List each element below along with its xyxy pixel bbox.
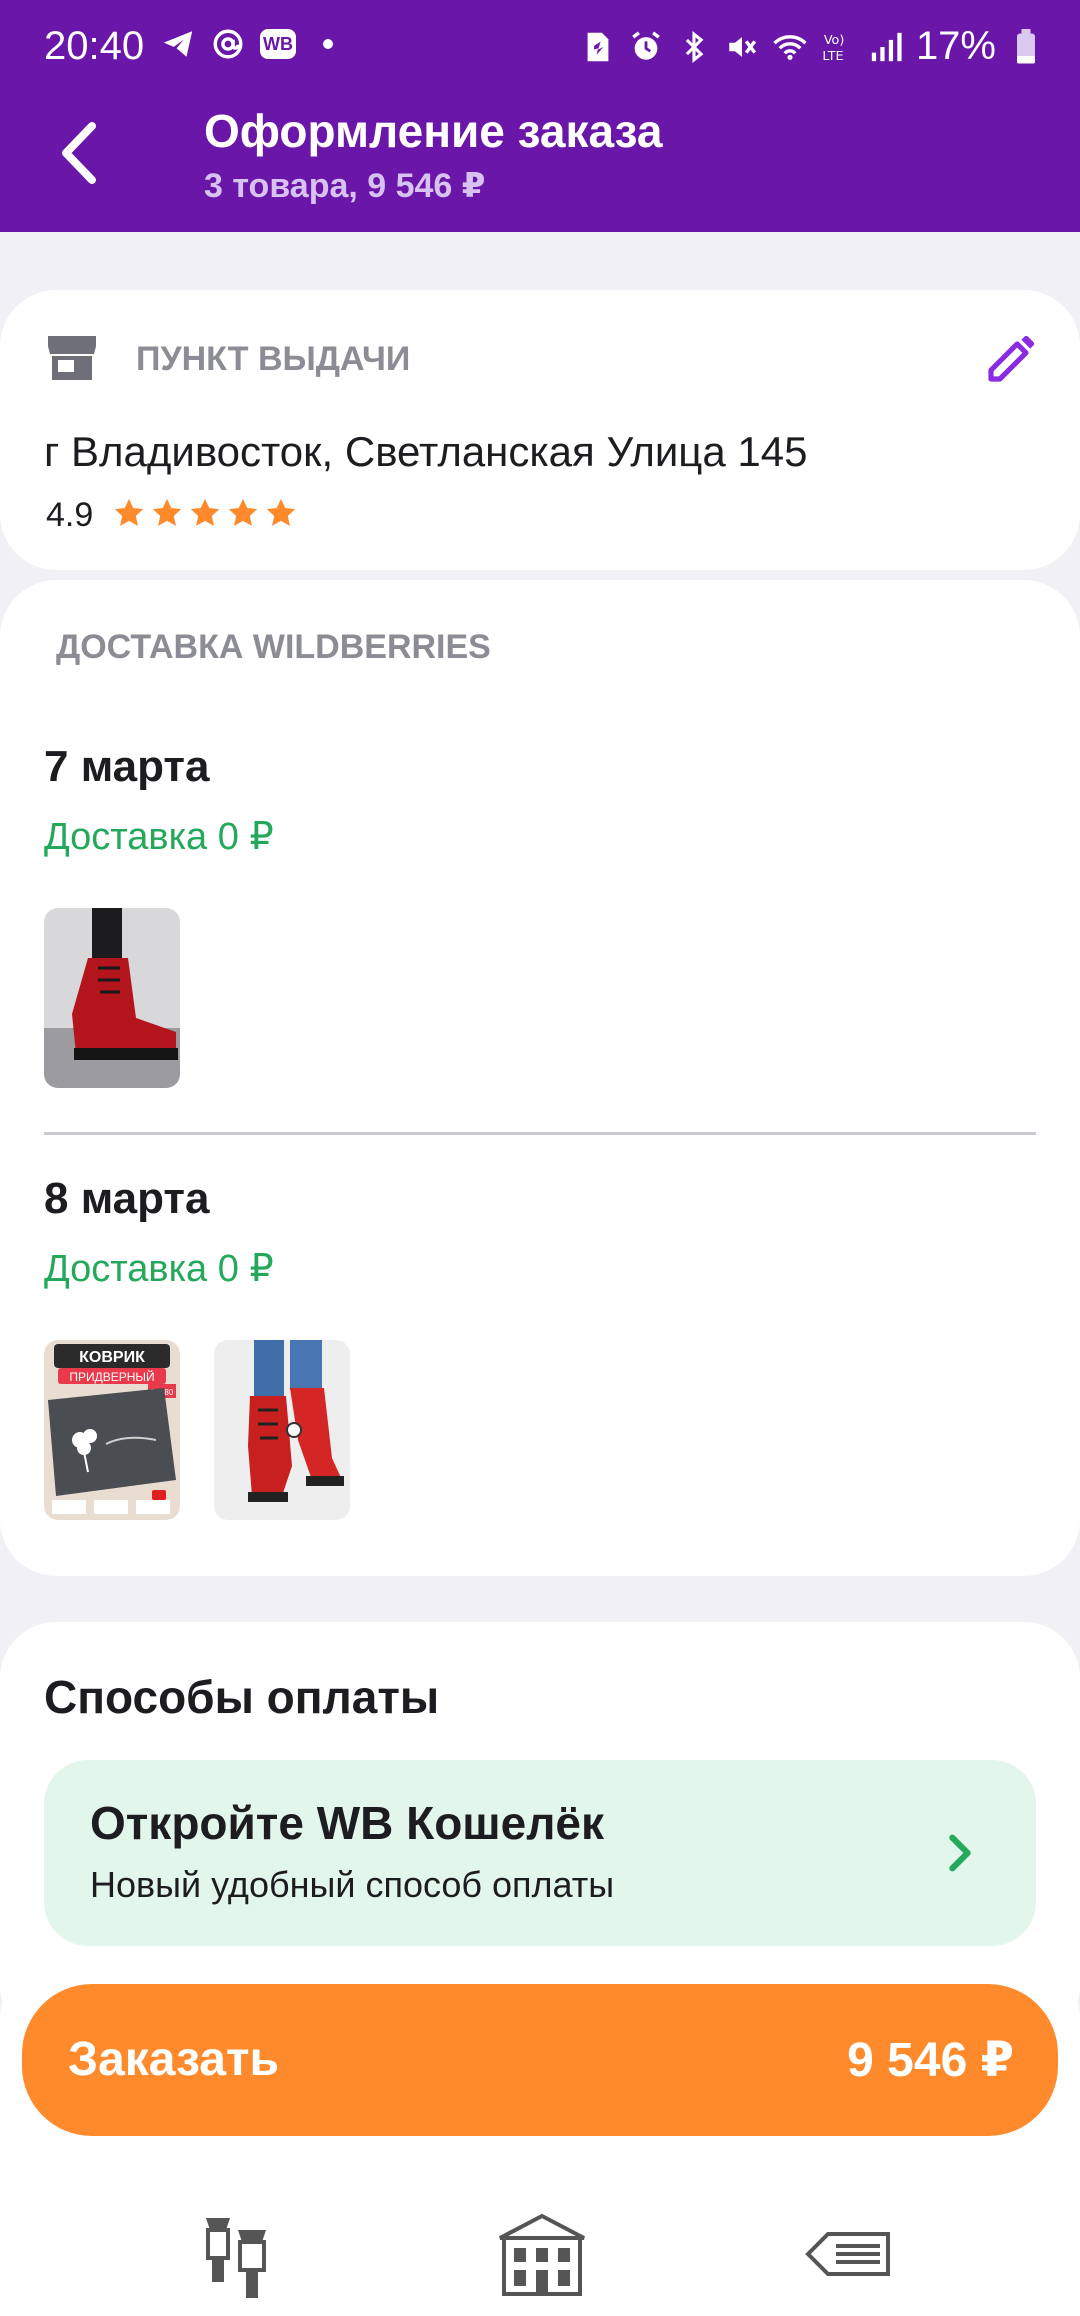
product-thumbnail[interactable] bbox=[44, 908, 180, 1088]
dot-icon bbox=[310, 26, 346, 62]
sign-arrow-icon[interactable] bbox=[800, 2210, 900, 2300]
order-summary: 3 товара, 9 546 ₽ bbox=[204, 167, 486, 205]
chevron-right-icon bbox=[949, 1834, 971, 1872]
product-thumbnail[interactable] bbox=[214, 1340, 350, 1520]
order-total: 9 546 ₽ bbox=[847, 2034, 1014, 2087]
star-icon bbox=[152, 498, 182, 526]
star-icon bbox=[190, 498, 220, 526]
app-header: 20:40 WB Vo) LTE 17% Оформление заказа 3… bbox=[0, 0, 1080, 232]
wb-wallet-banner[interactable]: Откройте WB Кошелёк Новый удобный способ… bbox=[44, 1760, 1036, 1946]
delivery-fee: Доставка 0 ₽ bbox=[44, 816, 274, 858]
svg-text:LTE: LTE bbox=[822, 48, 843, 63]
store-icon bbox=[46, 334, 98, 382]
order-button[interactable]: Заказать 9 546 ₽ bbox=[22, 1984, 1058, 2136]
pickup-label: ПУНКТ ВЫДАЧИ bbox=[136, 340, 411, 378]
star-icon bbox=[114, 498, 144, 526]
payment-title: Способы оплаты bbox=[44, 1671, 440, 1723]
wallet-subtitle: Новый удобный способ оплаты bbox=[90, 1864, 615, 1905]
product-thumbnail[interactable]: КОВРИК ПРИДВЕРНЫЙ 50×80 bbox=[44, 1340, 180, 1520]
product-red-boots-jeans-photo bbox=[214, 1340, 350, 1520]
delivery-fee: Доставка 0 ₽ bbox=[44, 1248, 274, 1290]
delivery-date: 7 марта bbox=[44, 742, 210, 791]
star-icon bbox=[266, 498, 296, 526]
edit-icon[interactable] bbox=[984, 330, 1040, 386]
bluetooth-icon bbox=[676, 29, 712, 65]
pickup-address: г Владивосток, Светланская Улица 145 bbox=[44, 428, 808, 475]
signal-icon bbox=[868, 29, 904, 65]
status-bar: 20:40 WB Vo) LTE 17% bbox=[0, 0, 1080, 96]
order-button-label: Заказать bbox=[68, 2033, 280, 2086]
rating-stars bbox=[112, 496, 298, 530]
battery-percent: 17% bbox=[915, 24, 996, 68]
pickup-rating: 4.9 bbox=[46, 496, 94, 534]
svg-text:КОВРИК: КОВРИК bbox=[79, 1349, 145, 1366]
mute-icon bbox=[724, 29, 760, 65]
notification-icons: WB bbox=[160, 26, 346, 62]
system-icons: Vo) LTE 17% bbox=[580, 24, 1044, 69]
volte-icon: Vo) LTE bbox=[820, 29, 856, 65]
wb-app-icon: WB bbox=[260, 29, 296, 59]
wallet-title: Откройте WB Кошелёк bbox=[90, 1797, 605, 1849]
chevron-left-icon bbox=[62, 122, 96, 184]
star-icon bbox=[228, 498, 258, 526]
sim-icon bbox=[580, 29, 616, 65]
alarm-icon bbox=[628, 29, 664, 65]
at-sign-icon bbox=[210, 26, 246, 62]
product-red-boots-photo bbox=[44, 908, 180, 1088]
divider bbox=[44, 1132, 1036, 1135]
page-title: Оформление заказа bbox=[204, 105, 663, 157]
building-icon[interactable] bbox=[492, 2210, 592, 2300]
telegram-icon bbox=[160, 26, 196, 62]
delivery-label: ДОСТАВКА WILDBERRIES bbox=[56, 628, 491, 666]
back-button[interactable] bbox=[52, 118, 112, 188]
lanterns-icon[interactable] bbox=[190, 2210, 290, 2300]
status-time: 20:40 bbox=[44, 24, 145, 68]
battery-icon bbox=[1008, 28, 1044, 65]
svg-text:ПРИДВЕРНЫЙ: ПРИДВЕРНЫЙ bbox=[69, 1369, 154, 1384]
svg-text:Vo): Vo) bbox=[824, 33, 845, 48]
wifi-icon bbox=[772, 29, 808, 65]
product-door-mat-photo: КОВРИК ПРИДВЕРНЫЙ 50×80 bbox=[44, 1340, 180, 1520]
delivery-date: 8 марта bbox=[44, 1174, 210, 1223]
